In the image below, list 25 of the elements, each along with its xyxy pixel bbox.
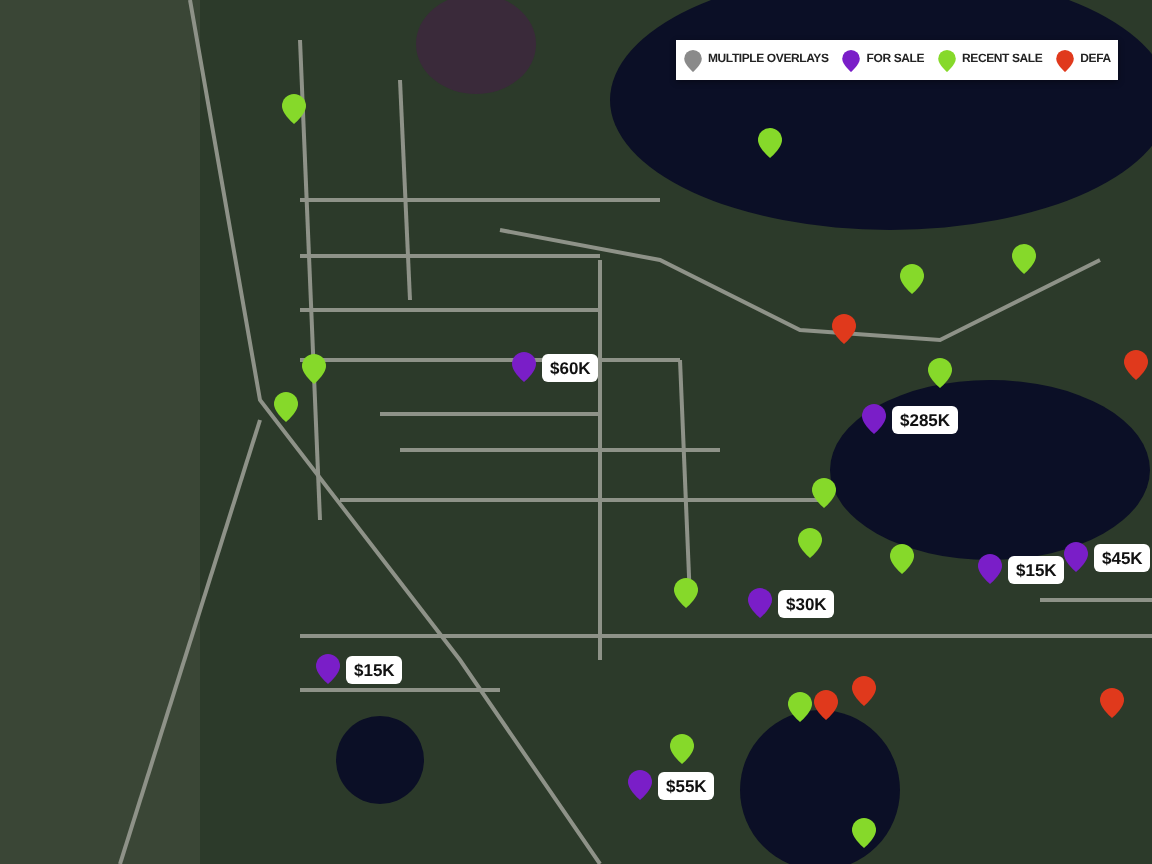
- map-pin-icon: [938, 49, 957, 71]
- price-tag[interactable]: $55K: [658, 771, 715, 799]
- map-pin-icon[interactable]: [282, 94, 306, 124]
- map-pin-icon: [684, 49, 702, 71]
- map-pin-icon[interactable]: [812, 478, 836, 508]
- map-pin-icon[interactable]: [928, 358, 952, 388]
- price-tag[interactable]: $15K: [1008, 555, 1065, 583]
- map-pin-icon[interactable]: [670, 734, 694, 764]
- map-pin-icon[interactable]: [788, 692, 812, 722]
- map-pin-icon[interactable]: [674, 578, 698, 608]
- map-pin-icon[interactable]: [798, 528, 822, 558]
- map-pin-icon[interactable]: [900, 264, 924, 294]
- price-tag[interactable]: $45K: [1094, 543, 1151, 571]
- map-pin-icon[interactable]: [302, 354, 326, 384]
- price-tag[interactable]: $30K: [778, 589, 835, 617]
- map-pin-icon: [1056, 49, 1075, 71]
- map-pin-icon: [842, 49, 861, 71]
- map-pin-icon[interactable]: [890, 544, 914, 574]
- price-tag[interactable]: $60K: [542, 353, 599, 381]
- map-pin-icon[interactable]: [852, 818, 876, 848]
- price-tag[interactable]: $15K: [346, 655, 403, 683]
- map-pin-icon[interactable]: [758, 128, 782, 158]
- map-pin-icon[interactable]: [1012, 244, 1036, 274]
- map-pin-icon[interactable]: [274, 392, 298, 422]
- price-tag[interactable]: $285K: [892, 405, 959, 433]
